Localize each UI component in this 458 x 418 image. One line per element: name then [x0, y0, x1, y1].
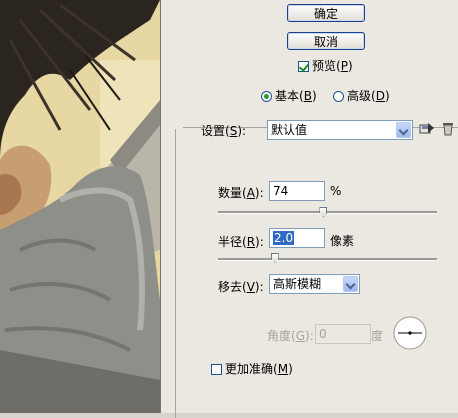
mode-advanced-hotkey: D [375, 89, 385, 103]
mode-basic-hotkey: B [303, 89, 312, 103]
radius-input[interactable]: 2.0 [269, 228, 325, 248]
amount-label-text: 数量 [218, 186, 243, 200]
angle-hotkey: G [295, 329, 306, 343]
mode-basic-radio[interactable]: 基本(B) [261, 87, 317, 104]
angle-label-text: 角度 [267, 329, 292, 343]
angle-dial [393, 316, 427, 350]
amount-label: 数量(A): [218, 186, 264, 200]
settings-hotkey: S [229, 124, 238, 138]
remove-hotkey: V [246, 280, 255, 294]
angle-input: 0 [315, 324, 371, 344]
preview-hotkey: P [340, 59, 348, 73]
radius-hotkey: R [246, 235, 256, 249]
radius-label: 半径(R): [218, 235, 264, 249]
radius-slider-track[interactable] [218, 258, 437, 261]
smart-sharpen-panel: 确定 取消 预览(P) 基本(B) 高级(D) 设置(S): 默认值 数量(A)… [161, 0, 458, 418]
angle-unit: 度 [371, 329, 384, 343]
mode-basic-label: 基本 [275, 89, 300, 103]
radius-unit: 像素 [330, 234, 355, 248]
cancel-button[interactable]: 取消 [287, 32, 365, 50]
settings-label-text: 设置 [201, 124, 226, 138]
more-accurate-label: 更加准确 [225, 362, 274, 376]
remove-label: 移去(V): [218, 280, 264, 294]
preview-check-icon[interactable] [298, 61, 309, 72]
more-accurate-checkbox[interactable]: 更加准确(M) [211, 360, 293, 377]
mode-advanced-radio[interactable]: 高级(D) [333, 87, 390, 104]
delete-settings-icon[interactable] [440, 120, 456, 136]
chevron-down-icon[interactable] [343, 276, 358, 292]
settings-label: 设置(S): [201, 124, 247, 138]
preview-label: 预览 [312, 59, 337, 73]
angle-label: 角度(G): [267, 329, 314, 343]
settings-group-frame-notch [175, 127, 183, 129]
preview-photo [0, 0, 160, 413]
settings-select[interactable]: 默认值 [267, 120, 413, 140]
radius-input-value: 2.0 [273, 231, 295, 245]
mode-advanced-label: 高级 [347, 89, 372, 103]
more-accurate-check-icon[interactable] [211, 364, 222, 375]
remove-select-value: 高斯模糊 [273, 277, 322, 291]
radio-selected-icon[interactable] [261, 91, 272, 102]
radius-label-text: 半径 [218, 235, 243, 249]
remove-label-text: 移去 [218, 280, 243, 294]
amount-unit: % [330, 184, 342, 198]
amount-slider-track[interactable] [218, 211, 437, 214]
settings-select-value: 默认值 [271, 123, 308, 137]
radio-unselected-icon[interactable] [333, 91, 344, 102]
preview-checkbox[interactable]: 预览(P) [298, 57, 353, 74]
chevron-down-icon[interactable] [396, 122, 411, 138]
remove-select[interactable]: 高斯模糊 [269, 274, 360, 294]
image-preview[interactable] [0, 0, 161, 413]
ok-button[interactable]: 确定 [287, 4, 365, 22]
more-accurate-hotkey: M [277, 362, 289, 376]
amount-hotkey: A [246, 186, 255, 200]
save-settings-icon[interactable] [419, 120, 435, 136]
amount-input[interactable]: 74 [269, 181, 325, 201]
